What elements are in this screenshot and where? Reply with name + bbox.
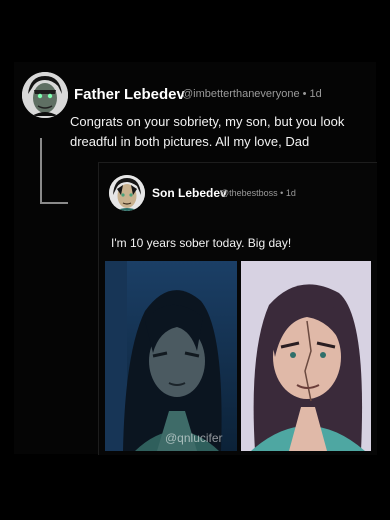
image-watermark: @qnlucifer [165, 431, 223, 445]
father-handle-meta[interactable]: @imbetterthaneveryone • 1d [182, 88, 322, 100]
main-post-text: Congrats on your sobriety, my son, but y… [70, 114, 345, 149]
son-handle-meta[interactable]: @thebestboss • 1d [220, 188, 296, 198]
father-avatar[interactable] [22, 72, 68, 118]
son-avatar[interactable] [109, 175, 145, 211]
post-image-before[interactable]: @qnlucifer [105, 261, 237, 451]
father-display-name[interactable]: Father Lebedev [74, 86, 185, 103]
quoted-post-text: I'm 10 years sober today. Big day! [111, 236, 292, 250]
post-image-after[interactable] [241, 261, 371, 451]
son-display-name[interactable]: Son Lebedev [152, 186, 227, 200]
quoted-post[interactable]: Son Lebedev @thebestboss • 1d I'm 10 yea… [98, 162, 377, 455]
thread-connector [40, 138, 68, 204]
